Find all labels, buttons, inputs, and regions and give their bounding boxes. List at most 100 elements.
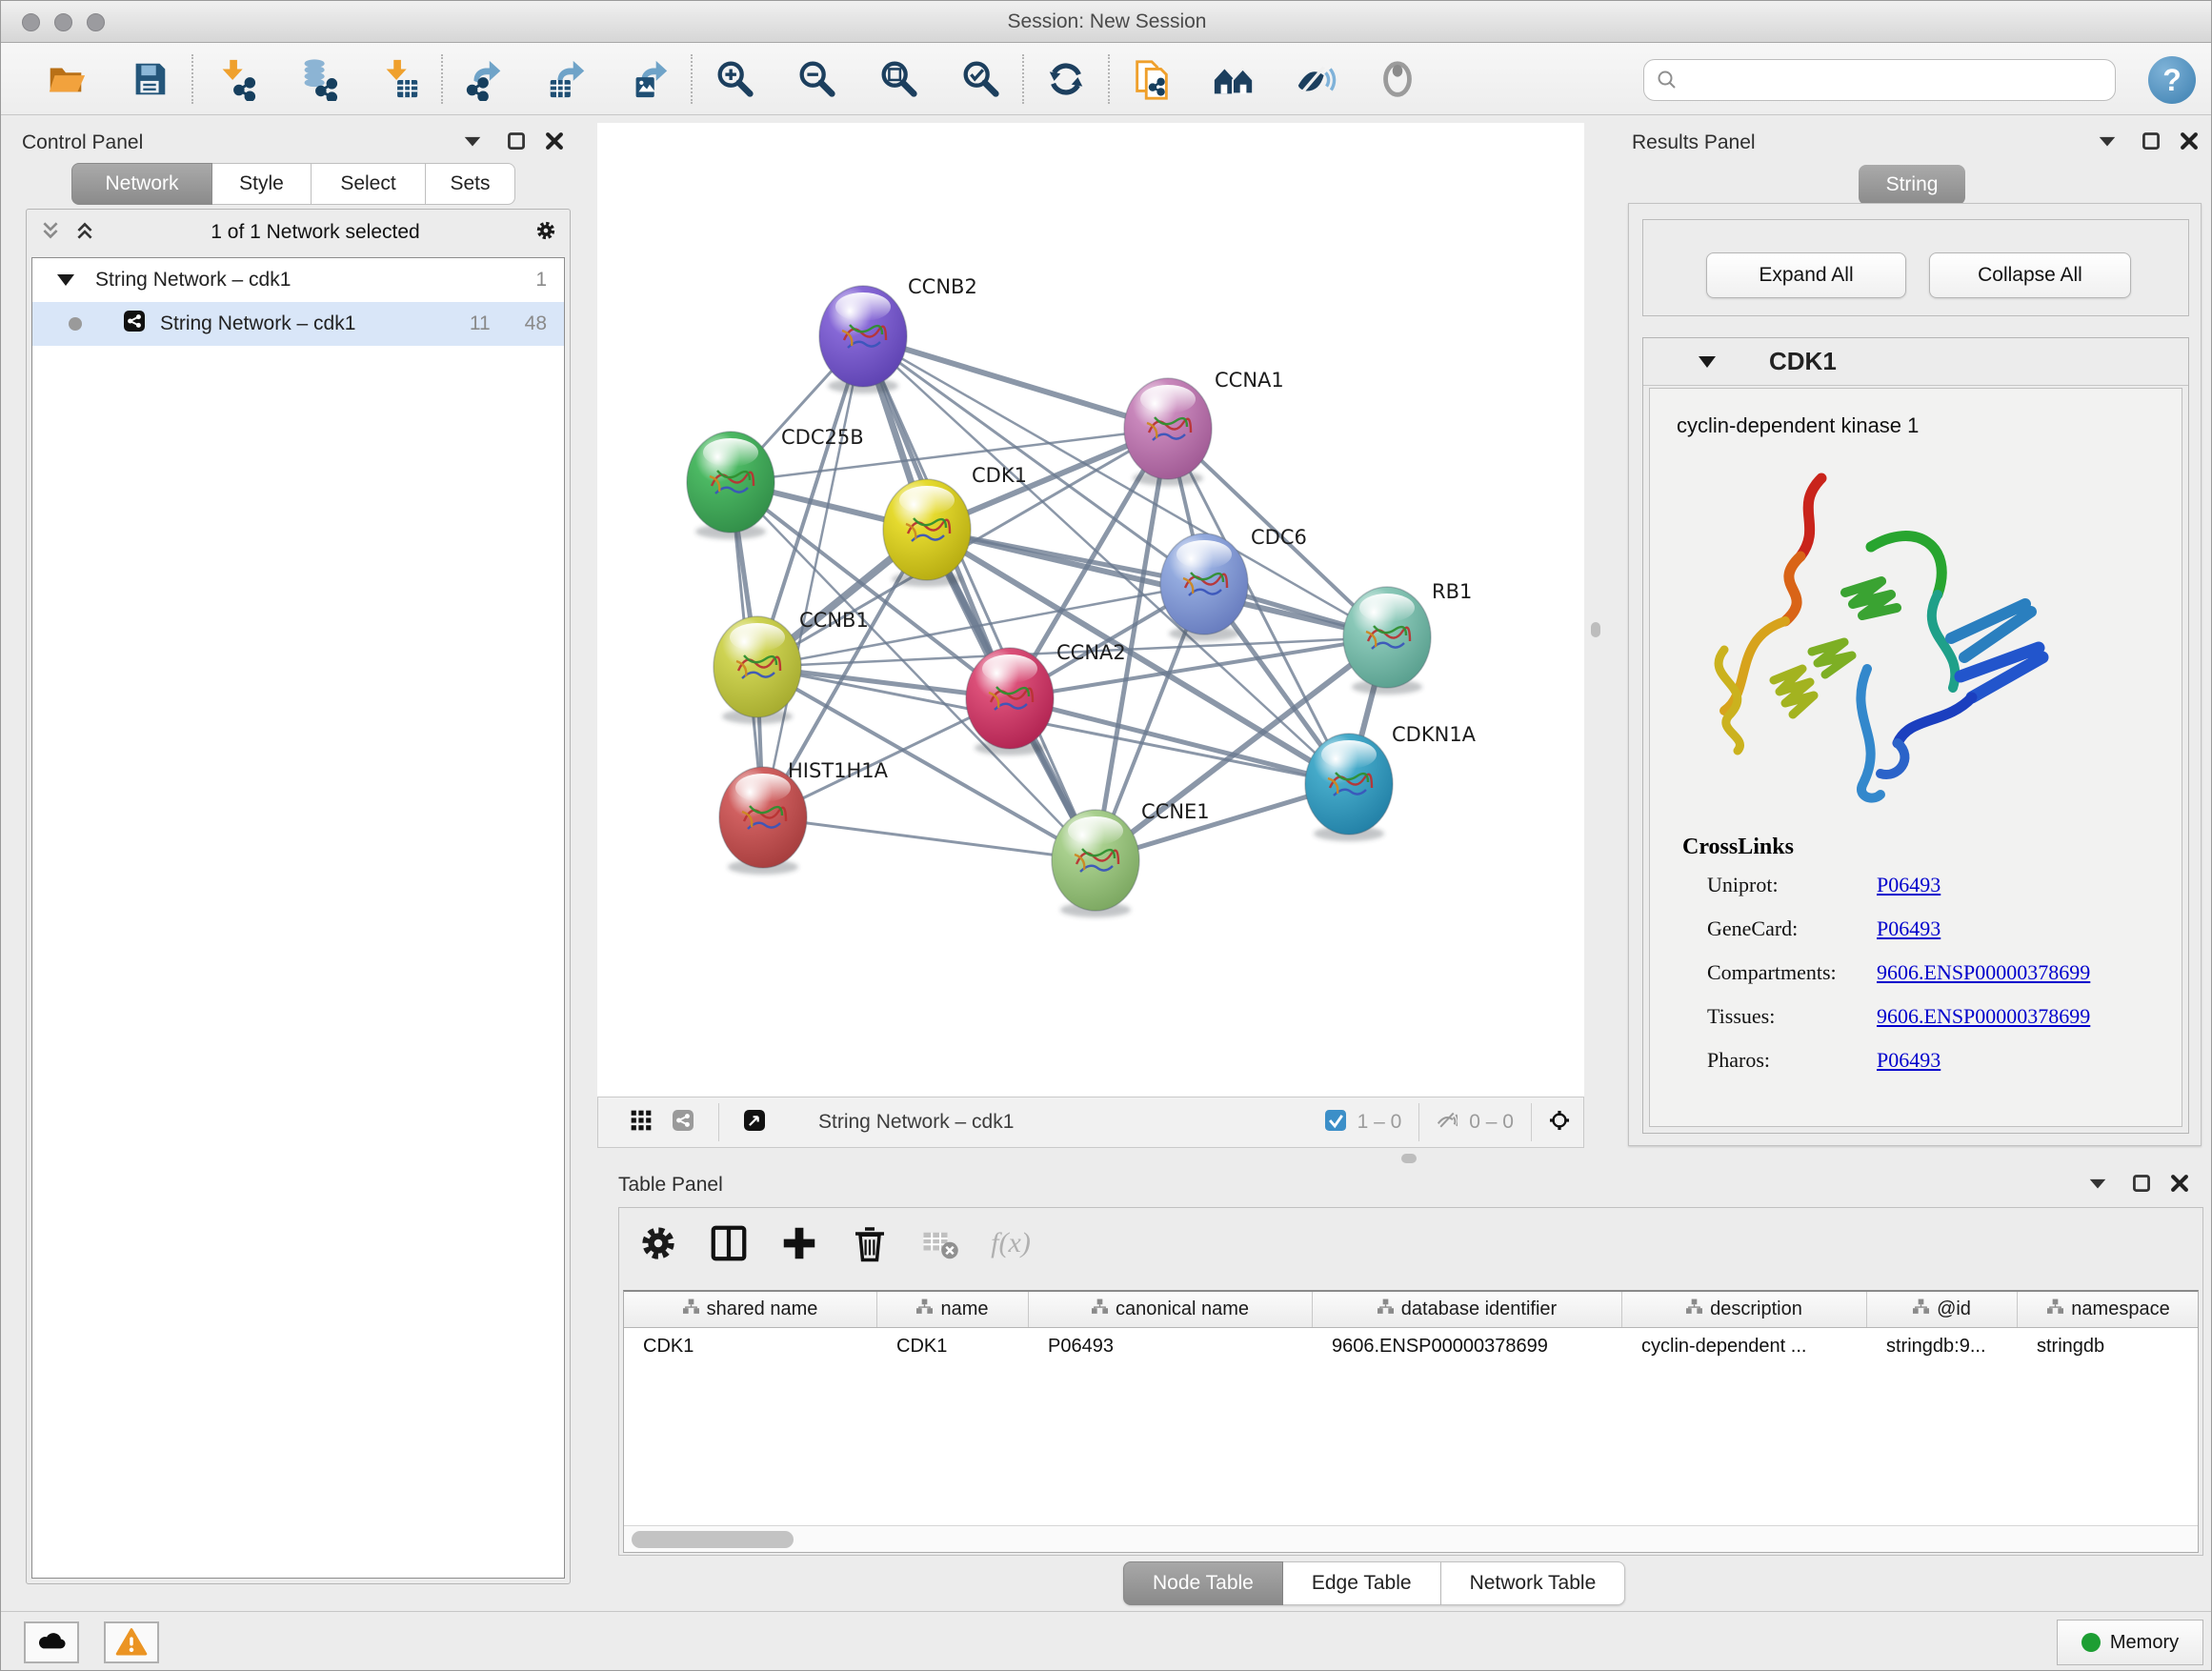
network-collection-row[interactable]: String Network – cdk1 1 (32, 258, 564, 302)
collection-count: 1 (535, 269, 547, 292)
network-options-gear-icon[interactable] (535, 220, 556, 246)
first-neighbors-icon[interactable] (1211, 56, 1257, 102)
warning-status-button[interactable] (104, 1621, 159, 1663)
memory-button[interactable]: Memory (2057, 1620, 2203, 1665)
tab-node-table[interactable]: Node Table (1123, 1561, 1283, 1605)
string-view-icon[interactable] (673, 1110, 694, 1136)
network-node-RB1[interactable] (1343, 587, 1431, 695)
tab-string-results[interactable]: String (1859, 165, 1965, 205)
expand-all-networks-icon[interactable] (74, 220, 95, 246)
collapse-all-button[interactable]: Collapse All (1929, 252, 2131, 298)
network-node-CDC25B[interactable] (687, 432, 774, 539)
network-edge[interactable] (763, 817, 1096, 860)
table-float-icon[interactable] (2131, 1173, 2152, 1198)
network-canvas[interactable]: CCNB2CCNA1CDC25BCDK1CDC6RB1CCNB1CCNA2CDK… (597, 123, 1584, 1097)
cloud-status-button[interactable] (24, 1621, 79, 1663)
export-network-icon[interactable] (462, 56, 508, 102)
birds-eye-toggle-icon[interactable] (1549, 1110, 1570, 1136)
tab-network[interactable]: Network (71, 163, 212, 205)
zoom-selected-icon[interactable] (957, 56, 1003, 102)
column-header[interactable]: name (877, 1292, 1029, 1327)
search-box[interactable] (1643, 59, 2116, 101)
expand-all-button[interactable]: Expand All (1706, 252, 1906, 298)
table-close-icon[interactable] (2169, 1173, 2190, 1198)
import-network-file-icon[interactable] (212, 56, 258, 102)
collapse-panel-icon[interactable] (462, 131, 483, 156)
tab-edge-table[interactable]: Edge Table (1283, 1561, 1441, 1605)
column-header[interactable]: canonical name (1029, 1292, 1313, 1327)
vertical-splitter-handle[interactable] (1591, 622, 1600, 637)
birds-eye-grid-icon[interactable] (631, 1110, 652, 1136)
crosslink-link[interactable]: P06493 (1877, 1048, 1941, 1092)
help-button[interactable]: ? (2148, 56, 2196, 104)
tab-sets[interactable]: Sets (426, 163, 515, 205)
delete-column-icon[interactable] (848, 1221, 892, 1265)
column-header[interactable]: description (1622, 1292, 1867, 1327)
zoom-in-icon[interactable] (712, 56, 757, 102)
results-float-icon[interactable] (2141, 131, 2162, 156)
crosslink-link[interactable]: P06493 (1877, 873, 1941, 916)
cell-canonical-name[interactable]: P06493 (1029, 1328, 1313, 1364)
network-node-CCNE1[interactable] (1052, 810, 1139, 917)
cell-shared-name[interactable]: CDK1 (624, 1328, 877, 1364)
collapse-all-networks-icon[interactable] (40, 220, 61, 246)
results-collapse-icon[interactable] (2097, 131, 2118, 156)
cell-description[interactable]: cyclin-dependent ... (1622, 1328, 1867, 1364)
close-panel-icon[interactable] (544, 131, 565, 156)
table-collapse-icon[interactable] (2087, 1173, 2108, 1198)
cell-database-identifier[interactable]: 9606.ENSP00000378699 (1313, 1328, 1622, 1364)
selected-counts: 1 – 0 (1357, 1111, 1402, 1134)
import-network-database-icon[interactable] (294, 56, 340, 102)
protein-header-row[interactable]: CDK1 (1643, 338, 2188, 386)
cell-namespace[interactable]: stringdb (2018, 1328, 2199, 1364)
export-image-icon[interactable] (626, 56, 672, 102)
tab-network-table[interactable]: Network Table (1441, 1561, 1626, 1605)
table-horizontal-scrollbar[interactable] (624, 1525, 2198, 1552)
search-input[interactable] (1679, 70, 2115, 91)
network-row[interactable]: String Network – cdk1 11 48 (32, 302, 564, 346)
create-column-icon[interactable] (777, 1221, 821, 1265)
network-edge[interactable] (927, 530, 1387, 637)
network-edge[interactable] (763, 336, 863, 817)
zoom-fit-icon[interactable] (875, 56, 921, 102)
detach-view-icon[interactable] (744, 1110, 765, 1136)
horizontal-splitter-handle[interactable] (1401, 1154, 1417, 1163)
cell-id[interactable]: stringdb:9... (1867, 1328, 2018, 1364)
hide-selected-icon[interactable] (1293, 56, 1338, 102)
show-columns-icon[interactable] (707, 1221, 751, 1265)
network-edge[interactable] (863, 336, 1096, 860)
network-node-CCNA1[interactable] (1124, 378, 1212, 486)
column-header[interactable]: shared name (624, 1292, 877, 1327)
results-close-icon[interactable] (2179, 131, 2200, 156)
save-session-icon[interactable] (127, 56, 172, 102)
refresh-layout-icon[interactable] (1043, 56, 1089, 102)
network-edge[interactable] (863, 336, 1168, 429)
float-panel-icon[interactable] (506, 131, 527, 156)
table-gear-icon[interactable] (636, 1221, 680, 1265)
cell-name[interactable]: CDK1 (877, 1328, 1029, 1364)
scrollbar-thumb[interactable] (632, 1531, 794, 1548)
open-session-icon[interactable] (43, 56, 89, 102)
tab-select[interactable]: Select (312, 163, 426, 205)
crosslink-link[interactable]: 9606.ENSP00000378699 (1877, 960, 2090, 1004)
table-row[interactable]: CDK1 CDK1 P06493 9606.ENSP00000378699 cy… (624, 1328, 2198, 1364)
annotation-copy-icon[interactable] (1129, 56, 1175, 102)
column-header[interactable]: @id (1867, 1292, 2018, 1327)
hidden-eye-slash-icon[interactable] (1437, 1110, 1458, 1136)
column-header[interactable]: database identifier (1313, 1292, 1622, 1327)
import-table-icon[interactable] (376, 56, 422, 102)
protein-collapse-icon[interactable] (1699, 356, 1716, 368)
selected-checkbox-icon[interactable] (1325, 1110, 1346, 1136)
tab-style[interactable]: Style (212, 163, 312, 205)
network-node-CDKN1A[interactable] (1305, 734, 1393, 841)
network-node-HIST1H1A[interactable] (719, 767, 807, 875)
network-node-CCNB2[interactable] (819, 286, 907, 393)
export-table-icon[interactable] (544, 56, 590, 102)
collection-expand-icon[interactable] (57, 274, 74, 286)
column-header[interactable]: namespace (2018, 1292, 2199, 1327)
crosslink-link[interactable]: P06493 (1877, 916, 1941, 960)
show-all-icon[interactable] (1375, 56, 1420, 102)
crosslink-link[interactable]: 9606.ENSP00000378699 (1877, 1004, 2090, 1048)
zoom-out-icon[interactable] (794, 56, 839, 102)
network-node-CCNB1[interactable] (714, 616, 801, 724)
